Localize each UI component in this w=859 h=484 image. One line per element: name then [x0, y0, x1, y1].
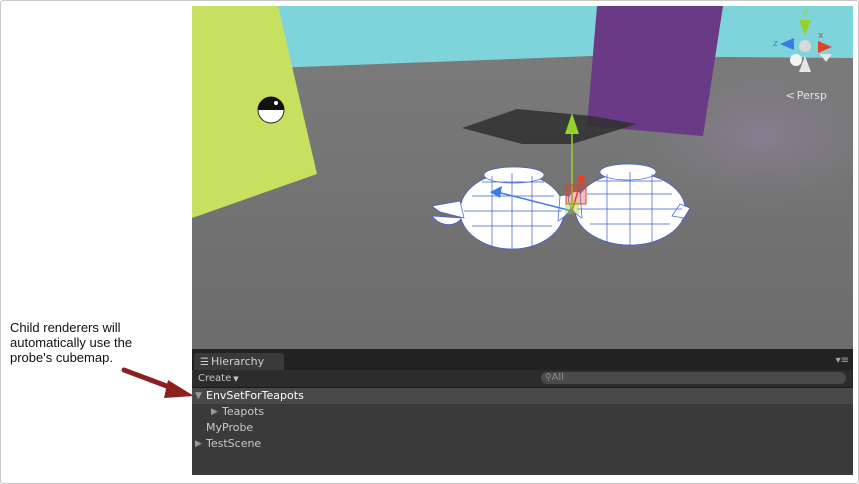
tree-item-teapots[interactable]: ▶ Teapots — [192, 404, 853, 420]
tree-item-testscene[interactable]: ▶ TestScene — [192, 436, 853, 452]
list-icon: ☰ — [200, 357, 209, 368]
tab-label: Hierarchy — [210, 355, 265, 368]
reflection-probe-sphere — [257, 96, 285, 124]
search-input[interactable]: ⚲All — [541, 372, 846, 384]
expanded-arrow-icon[interactable]: ▼ — [195, 388, 202, 404]
gizmo-y-label: y — [802, 8, 808, 18]
purple-wall — [587, 6, 723, 136]
tree-item-label: MyProbe — [206, 421, 254, 434]
persp-arrow-icon: < — [785, 89, 795, 102]
tree-item-label: TestScene — [206, 437, 262, 450]
create-label: Create — [198, 373, 232, 384]
collapsed-arrow-icon[interactable]: ▶ — [195, 436, 202, 452]
panel-menu-icon[interactable]: ▾≡ — [836, 355, 849, 366]
tree-item-label: Teapots — [222, 405, 265, 418]
tab-hierarchy[interactable]: ☰ Hierarchy — [194, 353, 284, 370]
hierarchy-toolbar: Create ▼ ⚲All — [192, 370, 853, 388]
hierarchy-tree: ▼ EnvSetForTeapots ▶ Teapots MyProbe ▶ T… — [192, 388, 853, 452]
scene-view[interactable]: y x z < Persp — [192, 6, 853, 349]
camera-projection-label: Persp — [796, 89, 827, 102]
search-placeholder: All — [551, 372, 564, 383]
annotation-arrow — [121, 367, 194, 398]
annotation-callout: Child renderers will automatically use t… — [10, 320, 180, 365]
search-icon: ⚲ — [545, 373, 552, 383]
annotation-line: automatically use the — [10, 335, 133, 350]
scene-render: y x z — [192, 6, 853, 349]
camera-projection-toggle[interactable]: < Persp — [786, 89, 827, 102]
create-dropdown[interactable]: Create ▼ — [198, 372, 239, 385]
gizmo-z-label: z — [773, 39, 778, 49]
hierarchy-panel: ☰ Hierarchy ▾≡ Create ▼ ⚲All ▼ EnvSetForTe… — [192, 349, 853, 475]
annotation-line: Child renderers will — [10, 320, 121, 335]
hierarchy-tabbar: ☰ Hierarchy ▾≡ — [192, 349, 853, 370]
tree-item-myprobe[interactable]: MyProbe — [192, 420, 853, 436]
tree-item-envsetforteapots[interactable]: ▼ EnvSetForTeapots — [192, 388, 853, 404]
caret-down-icon: ▼ — [233, 375, 239, 383]
gizmo-x-label: x — [818, 31, 824, 41]
tree-item-label: EnvSetForTeapots — [206, 389, 304, 402]
collapsed-arrow-icon[interactable]: ▶ — [211, 404, 218, 420]
